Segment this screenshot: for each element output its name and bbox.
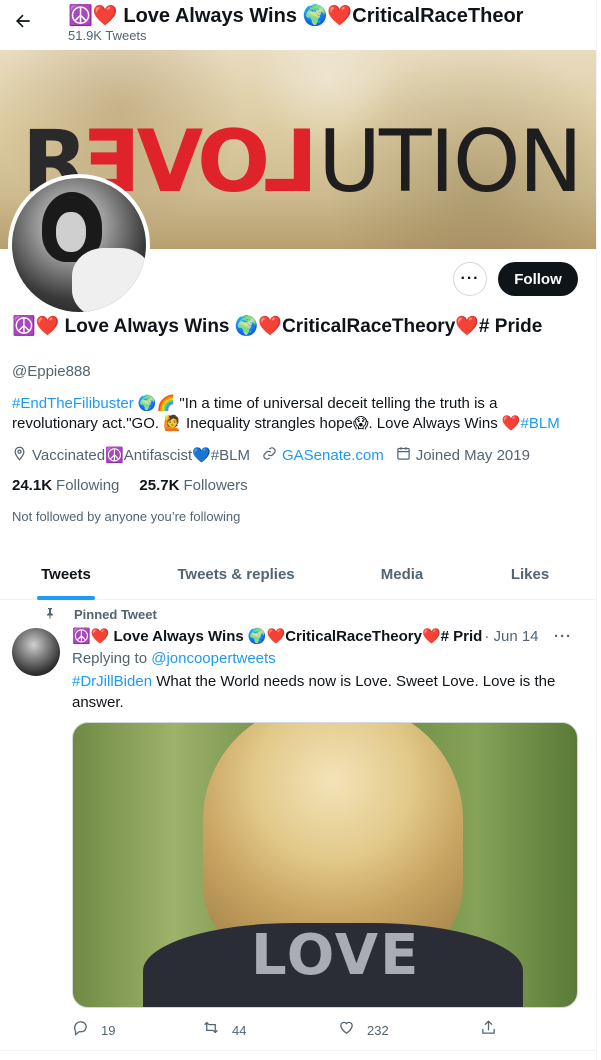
following-label: Following (56, 477, 120, 494)
tweet-actions: 19 44 232 (72, 1019, 502, 1041)
tweet-more-icon[interactable]: ··· (554, 628, 572, 645)
tweet-hashtag-link[interactable]: #DrJillBiden (72, 673, 152, 690)
banner-text-ution: UTION (318, 112, 583, 212)
tweet-count: 51.9K Tweets (68, 28, 147, 43)
location-pin-icon (12, 446, 27, 464)
followers-count: 25.7K (139, 477, 180, 494)
avatar-face (56, 212, 86, 252)
profile-meta: Vaccinated☮️Antifascist💙#BLM GASenate.co… (12, 446, 592, 464)
tweet-media-image[interactable]: LOVE (72, 722, 578, 1008)
avatar (12, 178, 146, 312)
tweet-header: ☮️❤️ Love Always Wins 🌍❤️CriticalRaceThe… (72, 627, 592, 646)
tweet-divider (0, 1050, 596, 1051)
like-count: 232 (367, 1022, 389, 1038)
followers-link[interactable]: 25.7K Followers (139, 477, 247, 494)
top-bar: ☮️❤️ Love Always Wins 🌍❤️CriticalRaceThe… (0, 0, 601, 50)
pinned-text: Pinned Tweet (74, 607, 157, 622)
website-link[interactable]: GASenate.com (282, 447, 384, 464)
profile-avatar[interactable] (8, 174, 150, 316)
calendar-icon (396, 446, 411, 464)
location-text: Vaccinated☮️Antifascist💙#BLM (32, 447, 250, 464)
website: GASenate.com (262, 446, 384, 464)
share-button[interactable] (480, 1019, 509, 1041)
tab-tweets-replies[interactable]: Tweets & replies (132, 548, 340, 600)
replying-handle-link[interactable]: @joncoopertweets (151, 650, 275, 667)
retweet-icon (202, 1019, 220, 1041)
joined-text: Joined May 2019 (415, 446, 530, 464)
profile-tabs: Tweets Tweets & replies Media Likes (0, 548, 596, 600)
back-arrow-icon[interactable] (8, 6, 38, 36)
location: Vaccinated☮️Antifascist💙#BLM (12, 446, 250, 464)
retweet-count: 44 (232, 1022, 247, 1038)
header-title: ☮️❤️ Love Always Wins 🌍❤️CriticalRaceThe… (68, 5, 524, 27)
heart-icon (338, 1019, 355, 1041)
tweet-author-name[interactable]: ☮️❤️ Love Always Wins 🌍❤️CriticalRaceThe… (72, 627, 482, 645)
follow-stats: 24.1K Following 25.7K Followers (12, 477, 268, 494)
column-border (596, 0, 597, 1060)
like-button[interactable]: 232 (338, 1019, 389, 1041)
follow-button[interactable]: Follow (498, 262, 578, 296)
bio-hashtag-blm-link[interactable]: #BLM (521, 415, 560, 432)
share-icon (480, 1019, 497, 1041)
bio: #EndTheFilibuster 🌍🌈 "In a time of unive… (12, 394, 587, 434)
handle: @Eppie888 (12, 363, 91, 380)
retweet-button[interactable]: 44 (202, 1019, 246, 1041)
bio-hashtag-link[interactable]: #EndTheFilibuster (12, 395, 134, 412)
joined-date: Joined May 2019 (396, 446, 530, 464)
pinned-tweet-label: Pinned Tweet (44, 606, 157, 623)
reply-icon (72, 1019, 89, 1041)
replying-prefix: Replying to (72, 650, 148, 667)
display-name: ☮️❤️ Love Always Wins 🌍❤️CriticalRaceThe… (12, 316, 543, 337)
pin-icon (44, 606, 56, 623)
replying-to: Replying to @joncoopertweets (72, 650, 276, 667)
link-icon (262, 446, 277, 464)
tweet-text: #DrJillBiden What the World needs now is… (72, 671, 582, 713)
avatar-arm (72, 248, 146, 312)
not-followed-notice: Not followed by anyone you’re following (12, 509, 241, 524)
following-count: 24.1K (12, 477, 53, 494)
following-link[interactable]: 24.1K Following (12, 477, 119, 494)
media-jacket-text: LOVE (251, 923, 421, 988)
reply-count: 19 (101, 1022, 116, 1038)
followers-label: Followers (183, 477, 248, 494)
reply-button[interactable]: 19 (72, 1019, 115, 1041)
more-options-button[interactable]: ··· (453, 262, 487, 296)
tab-tweets[interactable]: Tweets (0, 548, 132, 600)
tab-media[interactable]: Media (340, 548, 464, 600)
tweet-avatar[interactable] (12, 628, 60, 676)
tweet-date[interactable]: · Jun 14 (484, 628, 538, 645)
tab-likes[interactable]: Likes (464, 548, 596, 600)
